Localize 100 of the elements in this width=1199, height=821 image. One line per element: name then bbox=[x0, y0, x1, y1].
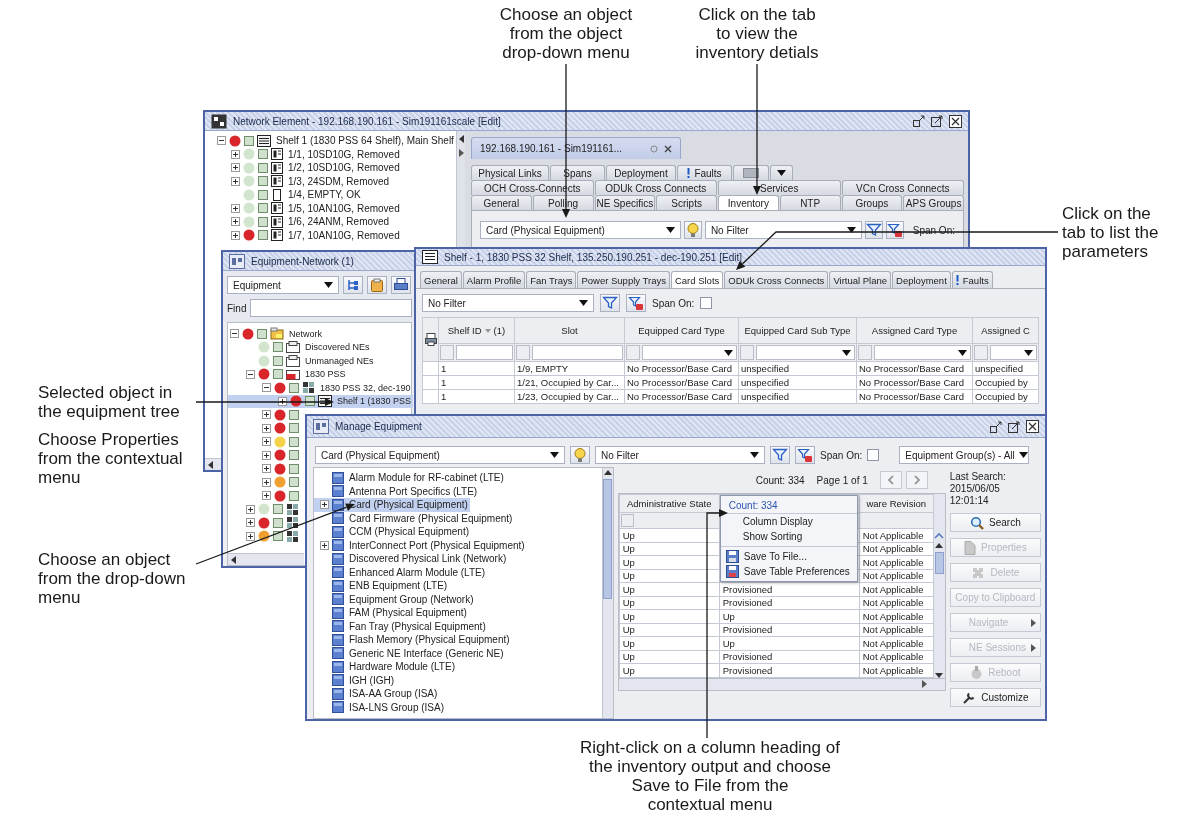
expander-icon[interactable] bbox=[246, 369, 255, 379]
expander-icon[interactable] bbox=[262, 383, 271, 393]
tab[interactable]: Deployment bbox=[892, 271, 951, 288]
tree-item[interactable]: 1/7, 10AN10G, Removed bbox=[205, 228, 402, 242]
tab[interactable]: Card Slots bbox=[670, 271, 724, 288]
tab[interactable]: Virtual Plane bbox=[829, 271, 892, 288]
filter-tip-button[interactable] bbox=[683, 221, 702, 239]
expander-icon[interactable] bbox=[262, 410, 271, 420]
expander-icon[interactable] bbox=[246, 531, 255, 541]
undock-icon[interactable] bbox=[990, 420, 1002, 433]
tree-item[interactable]: ISA-AA Group (ISA) bbox=[314, 687, 440, 701]
tree-item[interactable]: IGH (IGH) bbox=[314, 673, 396, 687]
filter-toggle[interactable] bbox=[626, 345, 640, 360]
filter-toggle[interactable] bbox=[440, 345, 454, 360]
column-header[interactable]: Equipped Card Type bbox=[624, 317, 739, 344]
menu-item[interactable]: Save Table Preferences bbox=[720, 564, 857, 579]
customize-button[interactable]: Customize bbox=[949, 688, 1041, 707]
expander-icon[interactable] bbox=[262, 450, 271, 460]
filter-button[interactable] bbox=[770, 446, 790, 464]
filter-button[interactable] bbox=[600, 294, 620, 312]
tree-item[interactable]: Network bbox=[228, 327, 324, 341]
scroll-left-icon[interactable] bbox=[231, 555, 236, 564]
tree-item[interactable]: FAM (Physical Equipment) bbox=[314, 606, 469, 620]
tree-item[interactable]: Enhanced Alarm Module (LTE) bbox=[314, 565, 487, 579]
expander-icon[interactable] bbox=[320, 500, 329, 510]
tab[interactable]: Deployment bbox=[606, 165, 676, 180]
tab[interactable]: Scripts bbox=[656, 195, 717, 210]
object-dropdown[interactable]: Card (Physical Equipment) bbox=[315, 446, 565, 464]
tab[interactable]: Services bbox=[718, 180, 841, 195]
tree-item[interactable]: 1/1, 10SD10G, Removed bbox=[205, 147, 402, 161]
expander-icon[interactable] bbox=[217, 136, 226, 146]
column-header[interactable]: Administrative State bbox=[619, 494, 720, 513]
tree-item[interactable]: Fan Tray (Physical Equipment) bbox=[314, 619, 488, 633]
maximize-icon[interactable] bbox=[1008, 420, 1020, 433]
tree-item[interactable]: Equipment Group (Network) bbox=[314, 592, 476, 606]
tree-item[interactable]: 1/6, 24ANM, Removed bbox=[205, 215, 392, 229]
undock-icon[interactable] bbox=[913, 115, 925, 127]
expander-icon[interactable] bbox=[320, 540, 329, 550]
tree-item[interactable]: 1/4, EMPTY, OK bbox=[205, 188, 363, 202]
expander-icon[interactable] bbox=[231, 217, 240, 227]
tab[interactable]: VCn Cross Connects bbox=[841, 180, 964, 195]
expander-icon[interactable] bbox=[262, 437, 271, 447]
filter-dropdown[interactable] bbox=[990, 345, 1037, 360]
scroll-thumb[interactable] bbox=[603, 479, 613, 599]
column-header[interactable]: Slot bbox=[514, 317, 625, 344]
expander-icon[interactable] bbox=[262, 464, 271, 474]
filter-field[interactable] bbox=[532, 345, 623, 360]
toolbar-button[interactable] bbox=[391, 276, 411, 294]
tree-item[interactable]: Card Firmware (Physical Equipment) bbox=[314, 511, 515, 525]
tree-item[interactable]: Flash Memory (Physical Equipment) bbox=[314, 633, 512, 647]
tab[interactable]: Faults bbox=[951, 271, 993, 288]
filter-toggle[interactable] bbox=[740, 345, 754, 360]
tab[interactable]: ODUk Cross Connects bbox=[594, 180, 717, 195]
toolbar-button[interactable] bbox=[343, 276, 363, 294]
tab[interactable]: NTP bbox=[779, 195, 841, 210]
tree-item[interactable]: ENB Equipment (LTE) bbox=[314, 579, 450, 593]
column-header[interactable]: Shelf ID (1) bbox=[438, 317, 515, 344]
filter-dropdown[interactable]: No Filter bbox=[704, 221, 862, 239]
tree-item[interactable]: Hardware Module (LTE) bbox=[314, 660, 457, 674]
tree-item[interactable]: Discovered NEs bbox=[228, 340, 372, 354]
clear-filter-button[interactable] bbox=[795, 446, 815, 464]
scroll-thumb[interactable] bbox=[934, 552, 944, 574]
tab[interactable] bbox=[733, 165, 769, 180]
tab[interactable]: Fan Trays bbox=[526, 271, 577, 288]
group-dropdown[interactable]: Equipment Group(s) - All bbox=[899, 446, 1030, 464]
expander-icon[interactable] bbox=[231, 176, 240, 186]
tree-item[interactable]: Shelf 1 (1830 PSS 64 Shelf), Main Shelf bbox=[205, 134, 456, 148]
checkbox[interactable] bbox=[700, 297, 713, 309]
expander-icon[interactable] bbox=[262, 491, 271, 501]
expander-icon[interactable] bbox=[262, 477, 271, 487]
expander-icon[interactable] bbox=[231, 149, 240, 159]
expander-icon[interactable] bbox=[231, 230, 240, 240]
expander-icon[interactable] bbox=[231, 163, 240, 173]
search-button[interactable]: Search bbox=[949, 513, 1041, 532]
find-field[interactable] bbox=[250, 299, 412, 317]
close-icon[interactable] bbox=[664, 144, 672, 153]
maximize-icon[interactable] bbox=[931, 115, 943, 127]
filter-dropdown[interactable]: No Filter bbox=[422, 294, 594, 312]
tree-item[interactable]: Shelf 1 (1830 PSS bbox=[228, 394, 414, 408]
filter-toggle[interactable] bbox=[858, 345, 872, 360]
tab[interactable]: General bbox=[420, 271, 462, 288]
tree-item[interactable]: 1/2, 10SD10G, Removed bbox=[205, 161, 402, 175]
tab[interactable]: NE Specifics bbox=[594, 195, 656, 210]
expander-icon[interactable] bbox=[278, 396, 287, 406]
tree-item[interactable]: Alarm Module for RF-cabinet (LTE) bbox=[314, 471, 506, 485]
expander-icon[interactable] bbox=[231, 203, 240, 213]
scroll-left-icon[interactable] bbox=[208, 460, 213, 469]
view-dropdown[interactable]: Equipment bbox=[227, 276, 339, 294]
tree-item[interactable]: 1/5, 10AN10G, Removed bbox=[205, 201, 402, 215]
tree-item[interactable]: CCM (Physical Equipment) bbox=[314, 525, 472, 539]
tree-item[interactable]: 1830 PSS bbox=[228, 367, 348, 381]
filter-toggle[interactable] bbox=[516, 345, 530, 360]
checkbox[interactable] bbox=[867, 449, 880, 461]
expander-icon[interactable] bbox=[246, 504, 255, 514]
object-dropdown[interactable]: Card (Physical Equipment) bbox=[480, 221, 681, 239]
tree-item[interactable]: 1830 PSS 32, dec-190 bbox=[228, 381, 413, 395]
filter-field[interactable] bbox=[456, 345, 513, 360]
tab[interactable]: ODUk Cross Connects bbox=[724, 271, 829, 288]
expander-icon[interactable] bbox=[262, 423, 271, 433]
toolbar-button[interactable] bbox=[367, 276, 387, 294]
